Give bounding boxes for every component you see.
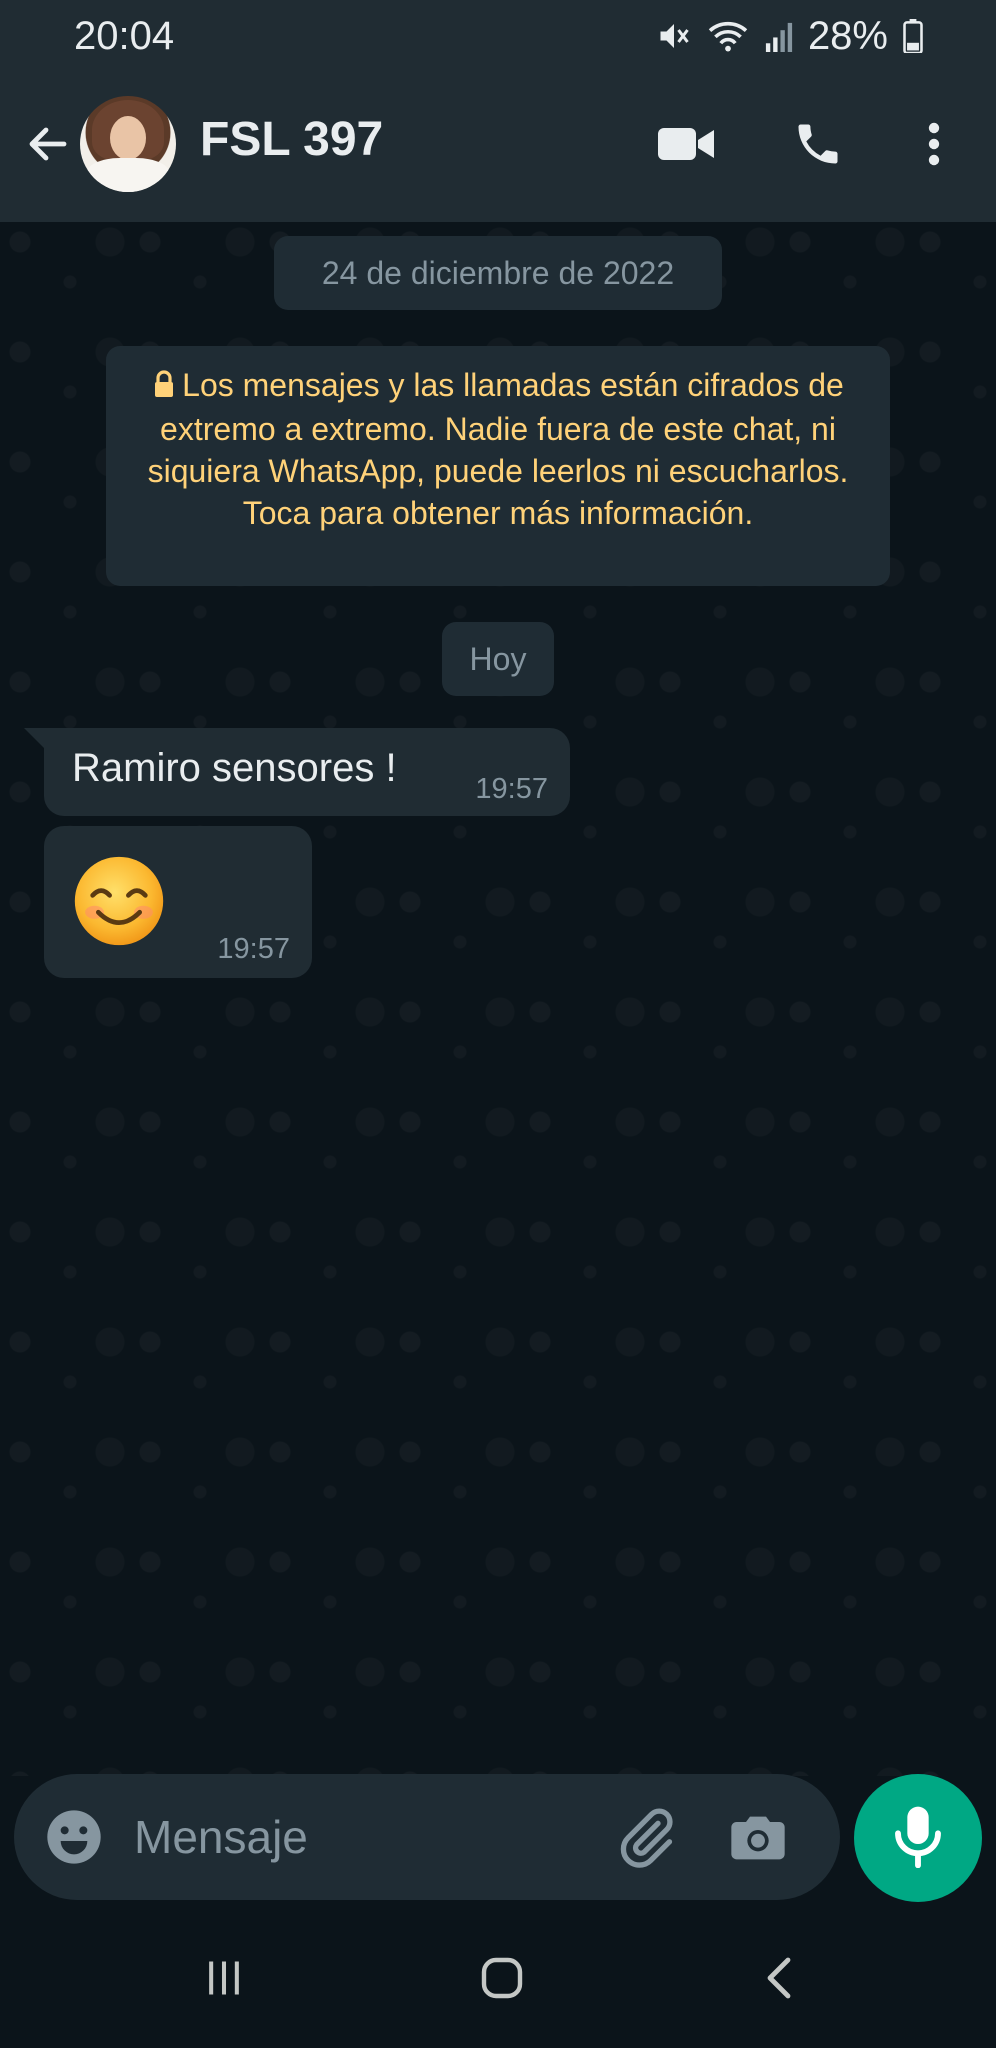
avatar[interactable] <box>80 96 176 192</box>
battery-icon <box>902 19 924 53</box>
back-nav-button[interactable] <box>740 1950 820 2010</box>
system-nav-bar <box>0 1908 996 2048</box>
status-time: 20:04 <box>74 13 175 58</box>
voice-call-button[interactable] <box>782 110 854 182</box>
back-arrow-icon <box>24 120 72 173</box>
message-input[interactable]: Mensaje <box>134 1810 308 1864</box>
video-call-icon <box>656 124 716 169</box>
today-divider: Hoy <box>442 622 554 696</box>
message-bubble[interactable]: 19:57 <box>44 826 312 978</box>
mic-button[interactable] <box>854 1774 982 1902</box>
encryption-notice-text: Los mensajes y las llamadas están cifrad… <box>147 367 849 531</box>
status-bar: 20:04 28% <box>0 0 996 72</box>
recent-apps-icon <box>202 1956 246 2005</box>
phone-icon <box>792 118 844 175</box>
status-icons: 28% <box>656 14 924 59</box>
video-call-button[interactable] <box>650 110 722 182</box>
home-icon <box>478 1954 526 2007</box>
home-button[interactable] <box>462 1950 542 2010</box>
more-options-button[interactable] <box>898 110 970 182</box>
back-button[interactable] <box>20 118 76 174</box>
battery-percent: 28% <box>807 13 888 58</box>
attach-icon[interactable] <box>614 1806 678 1870</box>
camera-icon[interactable] <box>726 1806 790 1870</box>
mute-icon <box>656 18 692 54</box>
message-time: 19:57 <box>475 773 548 805</box>
chat-header: FSL 397 <box>0 72 996 222</box>
date-label: 24 de diciembre de 2022 <box>321 254 675 291</box>
wifi-icon <box>706 18 750 54</box>
emoji-icon[interactable] <box>42 1805 106 1869</box>
recent-apps-button[interactable] <box>184 1950 264 2010</box>
more-vert-icon <box>926 120 942 173</box>
message-bubble[interactable]: Ramiro sensores ! 19:57 <box>24 728 570 816</box>
back-chevron-icon <box>760 1954 800 2007</box>
today-label: Hoy <box>469 640 527 677</box>
date-divider: 24 de diciembre de 2022 <box>274 236 722 310</box>
smiling-face-icon <box>72 854 166 948</box>
message-text: Ramiro sensores ! <box>72 746 397 790</box>
message-input-bar: Mensaje <box>14 1774 840 1900</box>
message-time: 19:57 <box>217 933 290 965</box>
mic-icon <box>890 1804 946 1873</box>
encryption-notice[interactable]: Los mensajes y las llamadas están cifrad… <box>106 346 890 586</box>
chat-area[interactable]: 24 de diciembre de 2022 Los mensajes y l… <box>0 222 996 1776</box>
signal-icon <box>764 20 794 52</box>
lock-icon <box>152 366 176 408</box>
contact-name[interactable]: FSL 397 <box>200 112 383 167</box>
